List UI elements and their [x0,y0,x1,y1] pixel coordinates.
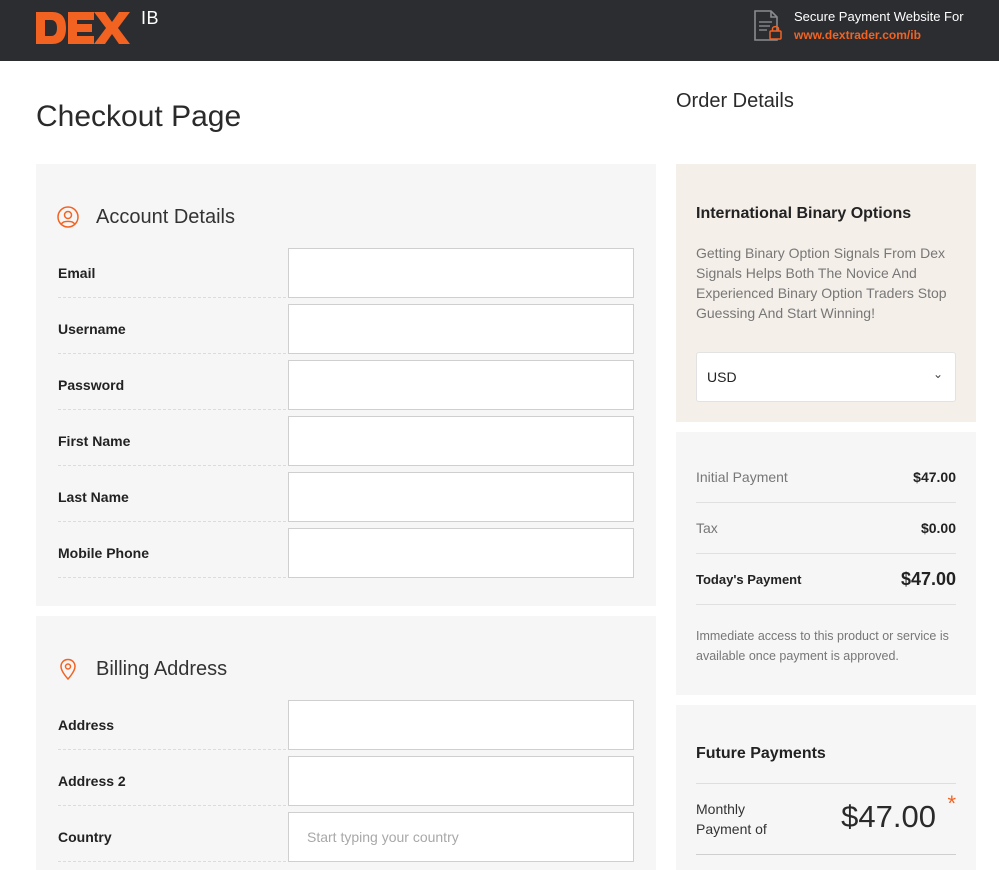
first-name-row: First Name [58,416,634,472]
monthly-payment-label: Monthly Payment of [696,801,767,837]
initial-payment-label: Initial Payment [696,469,788,485]
address-field[interactable] [288,700,634,750]
country-field[interactable] [288,812,634,862]
password-label: Password [58,360,286,410]
dex-logo[interactable] [36,12,130,44]
address-2-label: Address 2 [58,756,286,806]
top-header: IB Secure Payment Website For www.dextra… [0,0,999,61]
initial-payment-value: $47.00 [913,469,956,485]
mobile-phone-field[interactable] [288,528,634,578]
access-note: Immediate access to this product or serv… [696,629,949,663]
username-field[interactable] [288,304,634,354]
password-field[interactable] [288,360,634,410]
billing-address-panel: Billing Address Address Address 2 Countr… [36,616,656,870]
first-name-label: First Name [58,416,286,466]
tax-value: $0.00 [920,520,956,536]
country-row: Country [58,812,634,868]
email-label: Email [58,248,286,298]
account-details-heading: Account Details [56,205,235,229]
product-description: Getting Binary Option Signals From Dex S… [696,245,947,321]
payment-summary: Initial Payment $47.00 Tax $0.00 Today's… [676,432,976,695]
address-2-row: Address 2 [58,756,634,812]
divider [696,854,956,855]
mobile-phone-label: Mobile Phone [58,528,286,578]
email-field[interactable] [288,248,634,298]
mobile-phone-row: Mobile Phone [58,528,634,584]
username-label: Username [58,304,286,354]
last-name-field[interactable] [288,472,634,522]
user-circle-icon [57,206,79,228]
secure-document-icon [754,10,782,41]
future-payments-card: Future Payments Monthly Payment of $47.0… [676,705,976,870]
account-details-title: Account Details [96,205,235,228]
todays-payment-row: Today's Payment $47.00 [696,554,956,605]
page-title: Checkout Page [36,100,242,133]
billing-address-heading: Billing Address [56,657,227,681]
secure-payment-text: Secure Payment Website For [794,9,964,24]
order-details-title: Order Details [676,90,794,112]
address-label: Address [58,700,286,750]
billing-address-title: Billing Address [96,657,228,680]
account-details-panel: Account Details Email Username Password … [36,164,656,606]
password-row: Password [58,360,634,416]
address-2-field[interactable] [288,756,634,806]
chevron-down-icon: ⌄ [932,367,943,381]
last-name-label: Last Name [58,472,286,522]
username-row: Username [58,304,634,360]
currency-select[interactable]: USD ⌄ [696,352,956,402]
map-pin-icon [60,658,76,681]
email-row: Email [58,248,634,304]
divider [696,783,956,784]
logo-subtitle: IB [141,8,160,28]
tax-row: Tax $0.00 [696,503,956,554]
address-row: Address [58,700,634,756]
todays-payment-value: $47.00 [900,569,956,589]
monthly-payment-amount: $47.00 [841,799,936,834]
todays-payment-label: Today's Payment [696,572,802,587]
initial-payment-row: Initial Payment $47.00 [696,452,956,503]
currency-value: USD [707,369,737,385]
tax-label: Tax [696,520,718,536]
first-name-field[interactable] [288,416,634,466]
country-label: Country [58,812,286,862]
product-card: International Binary Options Getting Bin… [676,164,976,422]
future-payments-title: Future Payments [696,745,826,762]
product-name: International Binary Options [696,205,912,222]
last-name-row: Last Name [58,472,634,528]
asterisk-marker: * [947,791,956,816]
secure-payment-url[interactable]: www.dextrader.com/ib [794,28,921,42]
